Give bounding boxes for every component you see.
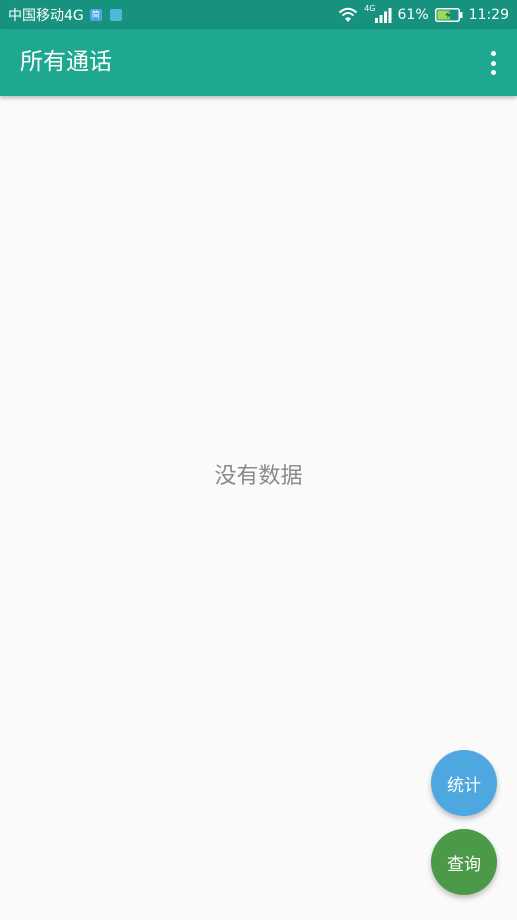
query-button[interactable]: 查询 [431, 829, 497, 895]
clock: 11:29 [468, 6, 509, 23]
status-left: 中国移动4G 简 [8, 0, 130, 29]
app-notification-icon [109, 8, 122, 21]
signal-icon: 4G [364, 4, 392, 23]
empty-state-text: 没有数据 [214, 464, 303, 489]
wifi-icon [338, 7, 358, 23]
status-right: 4G 61% 11:29 [332, 0, 509, 29]
menu-dot [490, 51, 496, 56]
menu-dot [490, 70, 496, 75]
menu-dot [490, 60, 496, 66]
carrier-label: 中国移动4G [8, 7, 84, 24]
overflow-menu-icon[interactable] [485, 51, 501, 75]
battery-icon [434, 7, 463, 22]
notification-badge-icon: 简 [89, 8, 102, 21]
network-type-label: 4G [364, 4, 376, 13]
page-title: 所有通话 [20, 49, 112, 75]
stats-button[interactable]: 统计 [431, 750, 497, 816]
app-toolbar: 所有通话 [0, 29, 517, 96]
status-bar: 中国移动4G 简 4G 61% 11:29 [0, 0, 517, 29]
battery-percent: 61% [397, 6, 429, 23]
